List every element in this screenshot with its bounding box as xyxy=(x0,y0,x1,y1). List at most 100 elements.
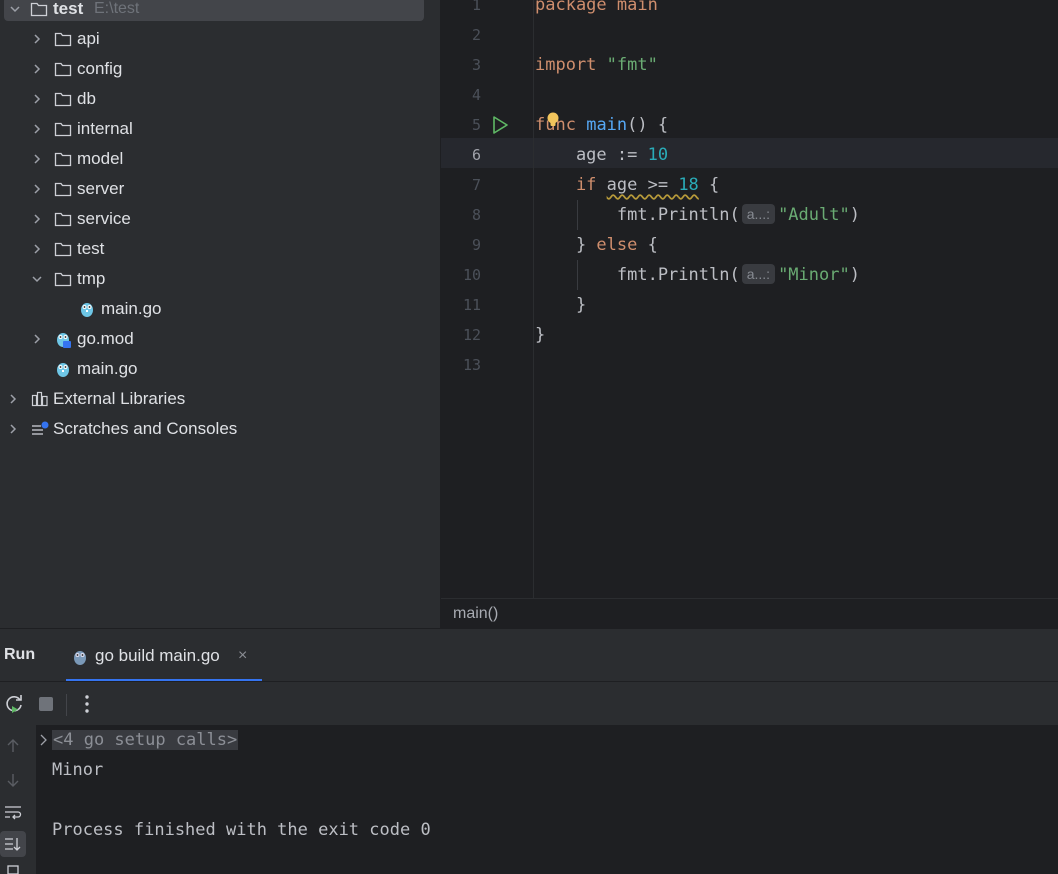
breadcrumb-item[interactable]: main() xyxy=(453,605,498,623)
chevron-right-icon[interactable] xyxy=(30,182,44,196)
code-token: fmt.Println( xyxy=(535,205,740,225)
code-keyword: package xyxy=(535,0,607,15)
tab-label: go build main.go xyxy=(95,646,220,665)
console-output[interactable]: <4 go setup calls> Minor Process finishe… xyxy=(36,725,1058,874)
code-string: "Adult" xyxy=(778,205,850,225)
tree-scratches-consoles[interactable]: Scratches and Consoles xyxy=(0,414,430,444)
line-number: 2 xyxy=(471,26,481,44)
code-token: } xyxy=(535,235,597,255)
go-file-icon xyxy=(81,303,93,317)
tree-item-label: service xyxy=(77,209,131,228)
lightbulb-icon[interactable] xyxy=(546,112,560,128)
tree-folder-config[interactable]: config xyxy=(0,54,430,84)
chevron-right-icon[interactable] xyxy=(30,62,44,76)
gutter-separator xyxy=(533,0,534,598)
tree-folder-db[interactable]: db xyxy=(0,84,430,114)
parameter-hint: a...: xyxy=(741,264,776,284)
tree-item-label: go.mod xyxy=(77,329,134,348)
line-number: 4 xyxy=(471,86,481,104)
tree-folder-internal[interactable]: internal xyxy=(0,114,430,144)
tree-item-label: External Libraries xyxy=(53,389,186,408)
tree-item-label: tmp xyxy=(77,269,106,288)
tree-folder-server[interactable]: server xyxy=(0,174,430,204)
console-line: <4 go setup calls> xyxy=(52,725,239,755)
code-string: "Minor" xyxy=(778,265,850,285)
code-function: main xyxy=(586,115,628,135)
chevron-down-icon[interactable] xyxy=(30,272,44,286)
chevron-right-icon[interactable] xyxy=(30,242,44,256)
tree-file-main-go[interactable]: main.go xyxy=(0,354,430,384)
line-number: 1 xyxy=(471,0,481,14)
tree-item-label: server xyxy=(77,179,125,198)
code-token: main xyxy=(606,0,658,15)
code-line-3: import "fmt" xyxy=(535,50,658,80)
project-tool-window: test E:\test api config db internal mode… xyxy=(0,0,441,628)
tree-item-label: main.go xyxy=(101,299,162,318)
chevron-right-icon[interactable] xyxy=(38,733,50,747)
chevron-right-icon[interactable] xyxy=(6,422,20,436)
console-side-toolbar xyxy=(0,725,36,874)
line-number: 8 xyxy=(471,206,481,224)
go-build-icon xyxy=(74,651,86,665)
tree-folder-api[interactable]: api xyxy=(0,24,430,54)
tree-item-label: internal xyxy=(77,119,133,138)
chevron-right-icon[interactable] xyxy=(6,392,20,406)
code-string: "fmt" xyxy=(606,55,658,75)
tree-file-tmp-main-go[interactable]: main.go xyxy=(0,294,430,324)
more-options-icon[interactable] xyxy=(75,692,99,716)
code-keyword: if xyxy=(535,175,607,195)
code-editor[interactable]: 1 2 3 4 5 6 7 8 9 10 11 12 13 package ma… xyxy=(441,0,1058,598)
line-number: 12 xyxy=(462,326,481,344)
tree-file-go-mod[interactable]: go.mod xyxy=(0,324,430,354)
run-gutter-icon[interactable] xyxy=(490,115,510,135)
code-line-10: fmt.Println(a...: "Minor") xyxy=(535,260,860,290)
root-folder-name: test xyxy=(53,0,84,18)
console-exit-message: Process finished with the exit code 0 xyxy=(52,820,431,840)
chevron-down-icon[interactable] xyxy=(8,2,22,16)
code-warning: age >= xyxy=(606,175,679,195)
tree-folder-service[interactable]: service xyxy=(0,204,430,234)
folder-icon xyxy=(54,62,72,77)
chevron-right-icon[interactable] xyxy=(30,332,44,346)
chevron-right-icon[interactable] xyxy=(30,212,44,226)
run-config-tab[interactable]: go build main.go × xyxy=(66,629,262,682)
close-icon[interactable]: × xyxy=(238,647,247,665)
run-toolbar xyxy=(0,681,1058,726)
chevron-right-icon[interactable] xyxy=(30,92,44,106)
chevron-right-icon[interactable] xyxy=(30,32,44,46)
chevron-right-icon[interactable] xyxy=(30,122,44,136)
folder-icon xyxy=(54,152,72,167)
code-line-9: } else { xyxy=(535,230,658,260)
code-keyword: else xyxy=(596,235,638,255)
scroll-down-icon[interactable] xyxy=(4,771,22,789)
code-line-7: if age >= 18 { xyxy=(535,170,719,200)
root-folder-path: E:\test xyxy=(94,0,140,17)
tree-external-libraries[interactable]: External Libraries xyxy=(0,384,430,414)
line-number: 13 xyxy=(462,356,481,374)
soft-wrap-icon[interactable] xyxy=(4,803,22,821)
line-number: 11 xyxy=(462,296,481,314)
folder-icon xyxy=(54,212,72,227)
folded-setup-calls[interactable]: <4 go setup calls> xyxy=(52,730,239,750)
scratches-icon xyxy=(32,421,49,435)
code-number: 18 xyxy=(678,175,699,195)
rerun-icon[interactable] xyxy=(2,692,26,716)
stop-icon[interactable] xyxy=(34,692,58,716)
chevron-right-icon[interactable] xyxy=(30,152,44,166)
tree-folder-test[interactable]: test xyxy=(0,234,430,264)
line-number: 7 xyxy=(471,176,481,194)
line-number: 10 xyxy=(462,266,481,284)
code-token: { xyxy=(698,175,720,195)
line-number: 9 xyxy=(471,236,481,254)
tree-item-label: model xyxy=(77,149,124,168)
code-token: ) xyxy=(849,205,860,225)
scroll-to-end-button[interactable] xyxy=(0,831,26,857)
breadcrumb: main() xyxy=(441,598,1058,629)
folder-icon xyxy=(54,242,72,257)
tree-folder-tmp[interactable]: tmp xyxy=(0,264,430,294)
folder-icon xyxy=(54,92,72,107)
scroll-up-icon[interactable] xyxy=(4,737,22,755)
scroll-to-end-icon xyxy=(5,838,21,851)
tree-root-test[interactable]: test E:\test xyxy=(4,0,424,21)
tree-folder-model[interactable]: model xyxy=(0,144,430,174)
